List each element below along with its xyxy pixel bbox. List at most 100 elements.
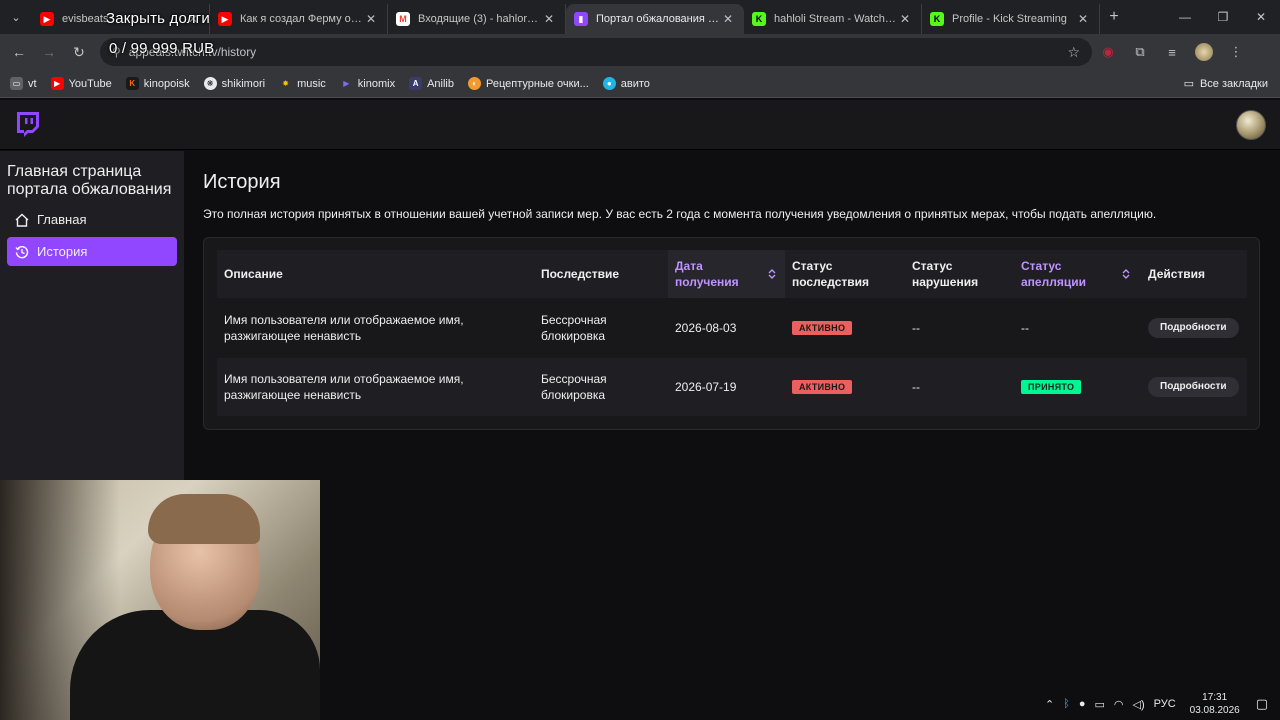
table-header: Описание Последствие Дата получения Стат…	[217, 250, 1247, 298]
window-controls: — ❐ ✕	[1166, 0, 1280, 34]
user-avatar[interactable]	[1236, 110, 1266, 140]
bookmark-item[interactable]: ▭ vt	[10, 77, 37, 90]
clock[interactable]: 17:31 03.08.2026	[1190, 691, 1240, 717]
bookmark-item[interactable]: Kkinopoisk	[125, 77, 190, 90]
system-tray: ⌃ ᛒ ● ▭ ◠ ◁) РУС 17:31 03.08.2026 ▢	[1036, 691, 1268, 717]
browser-tab[interactable]: ▶ Как я создал Ферму офлайн ✕	[210, 4, 388, 34]
close-icon[interactable]: ✕	[1075, 12, 1091, 26]
cell-received-date: 2026-07-19	[675, 380, 737, 394]
close-icon[interactable]: ✕	[541, 12, 557, 26]
details-button[interactable]: Подробности	[1148, 377, 1239, 397]
home-icon	[15, 213, 29, 227]
bookmark-label: Рецептурные очки...	[486, 77, 589, 90]
sidebar-item-label: История	[37, 244, 88, 259]
column-header-appeal-status[interactable]: Статус апелляции	[1021, 250, 1139, 298]
browser-tab[interactable]: M Входящие (3) - hahloraine ✕	[388, 4, 566, 34]
status-badge: АКТИВНО	[792, 321, 853, 335]
back-icon[interactable]: ←	[4, 44, 34, 60]
maximize-icon[interactable]: ❐	[1204, 0, 1242, 34]
profile-icon[interactable]	[1188, 43, 1220, 61]
cell-consequence-status: АКТИВНО	[792, 299, 892, 357]
sidebar-title: Главная страница портала обжалования	[7, 163, 172, 198]
gmail-icon: M	[396, 12, 410, 26]
tab-title: Как я создал Ферму офлайн	[240, 13, 363, 25]
cell-violation-status: --	[912, 321, 920, 335]
cell-description: Имя пользователя или отображаемое имя, р…	[224, 372, 464, 402]
kinopoisk-icon: K	[125, 77, 139, 90]
kick-icon: K	[752, 12, 766, 26]
youtube-icon: ▶	[40, 12, 54, 26]
twitch-logo-icon[interactable]	[14, 110, 42, 138]
bookmarks-bar: ▭ vt ▶ YouTube Kkinopoisk ❋ shikimori ✸ musi…	[0, 70, 1280, 98]
tab-title: Портал обжалования - Tw	[596, 13, 720, 25]
cell-appeal-status: --	[1021, 321, 1029, 335]
menu-icon[interactable]: ⋮	[1220, 44, 1252, 60]
bookmark-star-icon[interactable]: ☆	[1067, 44, 1080, 61]
extension-icon[interactable]: ◉	[1092, 44, 1124, 60]
cell-consequence-status: АКТИВНО	[792, 358, 892, 416]
column-header-consequence-status: Статус последствия	[792, 259, 869, 289]
chevron-up-icon[interactable]: ⌃	[1045, 698, 1054, 711]
page-description: Это полная история принятых в отношении …	[203, 207, 1157, 221]
youtube-icon: ▶	[50, 77, 64, 90]
battery-icon[interactable]: ▭	[1094, 698, 1104, 711]
webcam-overlay	[0, 480, 320, 720]
main-content: История Это полная история принятых в от…	[184, 151, 1280, 720]
notifications-icon[interactable]: ▢	[1256, 696, 1268, 712]
media-controls-icon[interactable]: ≡	[1156, 45, 1188, 60]
language-indicator[interactable]: РУС	[1154, 698, 1176, 710]
twitch-icon: ▮	[574, 12, 588, 26]
bookmark-item[interactable]: ▶ YouTube	[50, 77, 112, 90]
browser-tab-active[interactable]: ▮ Портал обжалования - Tw ✕	[566, 4, 744, 34]
kick-icon: K	[930, 12, 944, 26]
column-header-received-date[interactable]: Дата получения	[668, 250, 785, 298]
wifi-icon[interactable]: ◠	[1114, 698, 1124, 711]
address-bar[interactable]: ⚲ appeals.twitch.tv/history ☆	[100, 38, 1092, 66]
close-icon[interactable]: ✕	[897, 12, 913, 26]
folder-icon: ▭	[10, 77, 23, 90]
bookmark-item[interactable]: ▶ kinomix	[340, 77, 395, 90]
sidebar-item-history[interactable]: История	[7, 237, 177, 266]
close-icon[interactable]: ✕	[720, 12, 736, 26]
column-header-violation-status: Статус нарушения	[912, 259, 979, 289]
tab-title: hahloli Stream - Watch Live	[774, 13, 897, 25]
bookmark-label: vt	[28, 77, 37, 90]
cell-appeal-status: ПРИНЯТО	[1021, 358, 1121, 416]
bookmark-label: YouTube	[68, 77, 112, 90]
status-badge: АКТИВНО	[792, 380, 853, 394]
sidebar-item-home[interactable]: Главная	[7, 205, 177, 234]
close-icon[interactable]: ✕	[363, 12, 379, 26]
browser-tab[interactable]: K Profile - Kick Streaming ✕	[922, 4, 1100, 34]
close-window-icon[interactable]: ✕	[1242, 0, 1280, 34]
minimize-icon[interactable]: —	[1166, 0, 1204, 34]
history-table: Описание Последствие Дата получения Стат…	[203, 237, 1260, 430]
microphone-icon[interactable]: ●	[1079, 698, 1086, 710]
shikimori-icon: ❋	[203, 77, 217, 90]
site-top-nav	[0, 100, 1280, 150]
forward-icon[interactable]: →	[34, 44, 64, 60]
bookmark-item[interactable]: ● авито	[602, 77, 650, 90]
extensions-puzzle-icon[interactable]: ⧉	[1124, 44, 1156, 60]
sort-icon[interactable]	[767, 268, 777, 280]
taskbar: ⌃ ᛒ ● ▭ ◠ ◁) РУС 17:31 03.08.2026 ▢	[320, 688, 1280, 720]
tab-search-button[interactable]: ⌄	[0, 0, 32, 34]
bookmark-item[interactable]: ❋ shikimori	[203, 77, 266, 90]
new-tab-button[interactable]: +	[1100, 8, 1128, 26]
bookmark-item[interactable]: ✸ music	[279, 77, 326, 90]
bookmark-label: shikimori	[221, 77, 266, 90]
details-button[interactable]: Подробности	[1148, 318, 1239, 338]
sort-icon[interactable]	[1121, 268, 1131, 280]
bluetooth-icon[interactable]: ᛒ	[1063, 698, 1070, 710]
bookmark-item[interactable]: A Anilib	[409, 77, 454, 90]
volume-icon[interactable]: ◁)	[1132, 698, 1144, 711]
column-header-label: Статус апелляции	[1021, 259, 1086, 289]
browser-tab[interactable]: K hahloli Stream - Watch Live ✕	[744, 4, 922, 34]
appeal-status-badge: ПРИНЯТО	[1021, 380, 1082, 394]
tab-title: Входящие (3) - hahloraine	[418, 13, 541, 25]
all-bookmarks-button[interactable]: ▭ Все закладки	[1184, 77, 1268, 91]
cell-description: Имя пользователя или отображаемое имя, р…	[224, 313, 464, 343]
bookmark-item[interactable]: ◐ Рецептурные очки...	[468, 77, 589, 90]
column-header-description: Описание	[224, 267, 283, 281]
reload-icon[interactable]: ↻	[64, 44, 94, 61]
sidebar-item-label: Главная	[37, 212, 87, 227]
